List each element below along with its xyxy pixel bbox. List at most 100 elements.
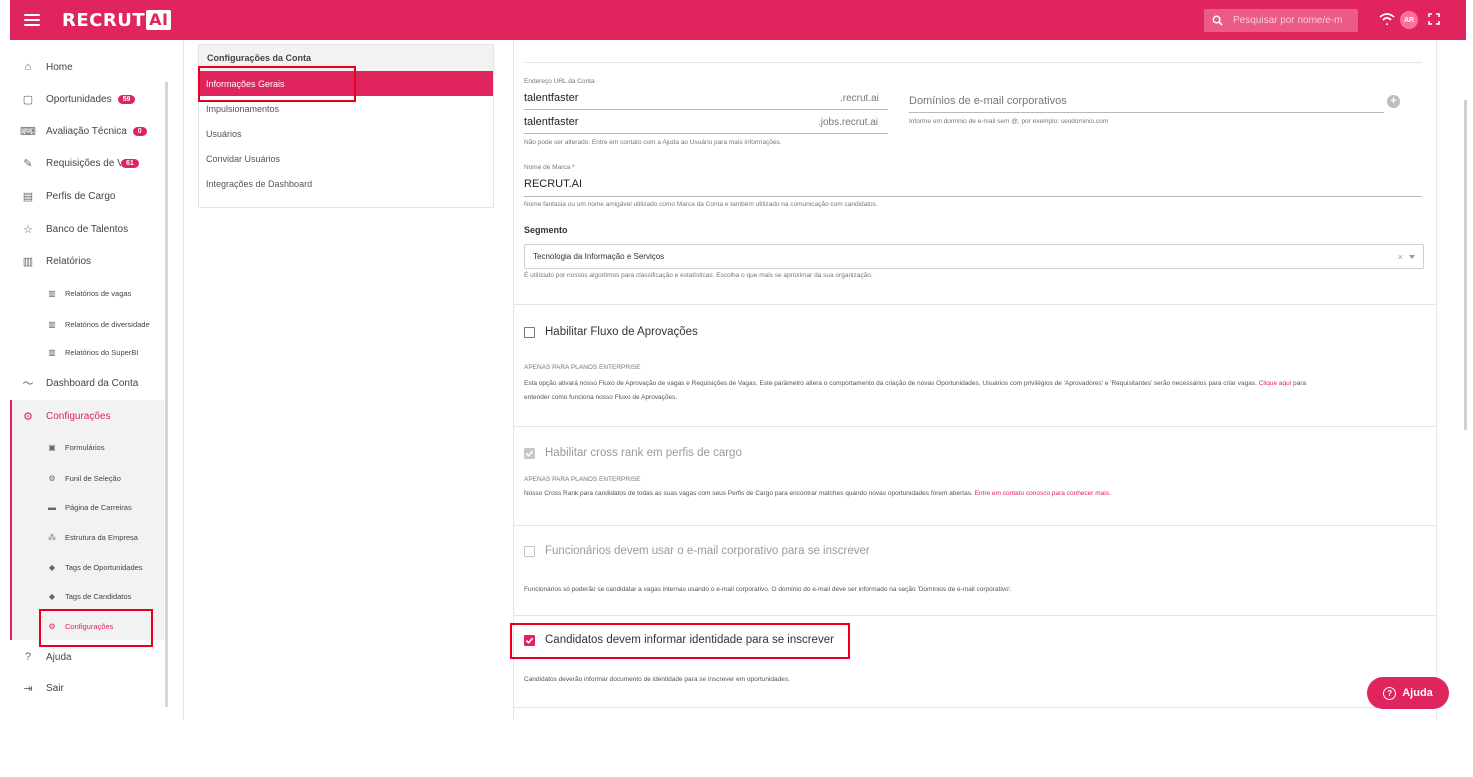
sidebar-subitem-funil[interactable]: ⚙ Funil de Seleção (10, 464, 168, 492)
sidebar-subitem-rel-superbi[interactable]: ▥ Relatórios do SuperBI (10, 338, 168, 366)
sidebar-item-sair[interactable]: ⇥ Sair (10, 673, 168, 703)
crossrank-link[interactable]: Entre em contato conosco para conhecer m… (975, 490, 1111, 497)
menu-icon[interactable] (24, 14, 40, 26)
main-scrollbar[interactable] (1464, 100, 1467, 430)
segment-hint: É utilizado por nossos algoritmos para c… (524, 272, 873, 279)
avatar[interactable]: AR (1400, 11, 1418, 29)
bar-chart-icon: ▥ (48, 347, 56, 357)
sidebar-item-perfis[interactable]: ▤ Perfis de Cargo (10, 181, 168, 211)
star-icon: ☆ (23, 223, 33, 236)
sidebar-subitem-tags-cand[interactable]: ◆ Tags de Candidatos (10, 582, 168, 610)
panel-item-integracoes[interactable]: Integrações de Dashboard (199, 171, 493, 196)
identity-label: Candidatos devem informar identidade par… (545, 634, 834, 646)
sidebar-subitem-pagina-carreiras[interactable]: ▬ Página de Carreiras (10, 493, 168, 521)
brand-line (524, 196, 1422, 197)
sidebar-item-banco[interactable]: ☆ Banco de Talentos (10, 214, 168, 244)
gears-icon: ⚙ (48, 621, 56, 631)
domains-input[interactable]: Domínios de e-mail corporativos (909, 95, 1067, 107)
panel-item-impulsionamentos[interactable]: Impulsionamentos (199, 96, 493, 121)
wifi-icon[interactable] (1379, 12, 1395, 26)
crossrank-label: Habilitar cross rank em perfis de cargo (545, 447, 742, 459)
approval-desc: Esta opção ativará nosso Fluxo de Aprova… (524, 380, 1307, 401)
url-hint: Não pode ser alterado. Entre em contato … (524, 139, 782, 146)
approval-label: Habilitar Fluxo de Aprovações (545, 326, 698, 338)
chevron-down-icon[interactable] (1409, 254, 1415, 259)
url-suffix-2: .jobs.recrut.ai (818, 117, 879, 128)
brand-input[interactable]: RECRUT.AI (524, 178, 582, 190)
search-input[interactable] (1231, 14, 1355, 27)
main-content: Endereço URL da Conta talentfaster .recr… (513, 40, 1437, 720)
domains-hint: Informe um domínio de e-mail sem @, por … (909, 118, 1109, 125)
oportunidades-badge: 59 (117, 94, 136, 104)
sidebar-subitem-rel-diversidade[interactable]: ▥ Relatórios de diversidade (10, 310, 168, 338)
sidebar-item-oportunidades[interactable]: ▢ Oportunidades 59 (10, 84, 168, 114)
segment-select[interactable]: Tecnologia da Informação e Serviços × (524, 244, 1424, 269)
identity-desc: Candidatos deverão informar documento de… (524, 676, 790, 683)
logo[interactable]: RECRUT AI (62, 10, 172, 31)
fullscreen-icon[interactable] (1428, 13, 1440, 25)
add-domain-button[interactable]: + (1387, 95, 1400, 108)
url-suffix-1: .recrut.ai (840, 93, 879, 104)
sidebar-item-requisicoes[interactable]: ✎Requisições de Vagas61 (10, 148, 168, 178)
book-icon: ▤ (22, 190, 34, 203)
gear-icon: ⚙ (23, 410, 33, 423)
help-circle-icon: ? (24, 651, 32, 663)
avaliacao-badge: 0 (132, 126, 147, 136)
approval-checkbox[interactable] (524, 326, 535, 338)
separator (514, 615, 1436, 616)
home-icon: ⌂ (24, 61, 32, 73)
gear-icon: ⚙ (48, 473, 56, 483)
employees-desc: Funcionários só poderão se candidatar a … (524, 586, 1012, 593)
panel-item-usuarios[interactable]: Usuários (199, 121, 493, 146)
crossrank-tag: APENAS PARA PLANOS ENTERPRISE (524, 476, 641, 483)
crossrank-checkbox[interactable] (524, 447, 535, 459)
clear-icon[interactable]: × (1398, 252, 1403, 262)
crossrank-desc: Nosso Cross Rank para candidatos de toda… (524, 490, 1111, 497)
search-box[interactable] (1204, 9, 1358, 32)
brand-hint: Nome fantasia ou um nome amigável utiliz… (524, 201, 878, 208)
approval-row: Habilitar Fluxo de Aprovações (524, 326, 698, 338)
approval-link[interactable]: Clique aqui (1259, 380, 1292, 387)
help-button[interactable]: ? Ajuda (1367, 677, 1449, 709)
sidebar-subitem-rel-vagas[interactable]: ▥ Relatórios de vagas (10, 279, 168, 307)
sidebar-item-avaliacao[interactable]: ⌨ Avaliação Técnica 0 (10, 116, 168, 146)
trend-icon: 〜 (22, 378, 34, 390)
sidebar-subitem-estrutura[interactable]: ⁂ Estrutura da Empresa (10, 523, 168, 551)
separator (514, 304, 1436, 305)
panel-title: Configurações da Conta (199, 45, 493, 71)
sidebar-subitem-tags-oport[interactable]: ◆ Tags de Oportunidades (10, 553, 168, 581)
approval-tag: APENAS PARA PLANOS ENTERPRISE (524, 364, 641, 371)
tag-icon: ◆ (48, 591, 56, 601)
sidebar-scrollbar[interactable] (165, 82, 168, 707)
url-value-1: talentfaster (524, 92, 579, 104)
url-value-2: talentfaster (524, 116, 579, 128)
panel-item-informacoes[interactable]: Informações Gerais (199, 71, 493, 96)
tag-icon: ◆ (48, 562, 56, 572)
sidebar-item-ajuda[interactable]: ? Ajuda (10, 642, 168, 672)
segment-label: Segmento (524, 225, 568, 235)
sidebar-item-relatorios[interactable]: ▥ Relatórios (10, 246, 168, 276)
code-icon: ⌨ (20, 125, 36, 138)
panel-item-convidar[interactable]: Convidar Usuários (199, 146, 493, 171)
bar-chart-icon: ▥ (48, 319, 56, 329)
sidebar-subitem-formularios[interactable]: ▣ Formulários (10, 433, 168, 461)
url-line-1 (524, 109, 888, 110)
separator (514, 707, 1436, 708)
sidebar-item-dashboard[interactable]: 〜 Dashboard da Conta (10, 368, 168, 398)
bar-chart-icon: ▥ (22, 255, 34, 268)
sidebar-subitem-configuracoes[interactable]: ⚙ Configurações (10, 612, 168, 640)
requisicoes-badge: 61 (121, 158, 139, 168)
sidebar: ⌂ Home ▢ Oportunidades 59 ⌨ Avaliação Técnic… (10, 40, 168, 720)
top-separator (524, 62, 1422, 63)
help-circle-icon: ? (1383, 686, 1397, 700)
search-icon (1212, 15, 1223, 26)
bar-chart-icon: ▥ (48, 288, 56, 298)
identity-checkbox[interactable] (524, 634, 535, 646)
org-chart-icon: ⁂ (48, 532, 56, 542)
window-icon: ▬ (48, 502, 56, 512)
url-line-2 (524, 133, 888, 134)
sidebar-item-home[interactable]: ⌂ Home (10, 52, 168, 82)
sidebar-item-configuracoes[interactable]: ⚙ Configurações (10, 401, 168, 431)
employees-checkbox[interactable] (524, 545, 535, 557)
edit-icon: ✎ (23, 157, 33, 170)
